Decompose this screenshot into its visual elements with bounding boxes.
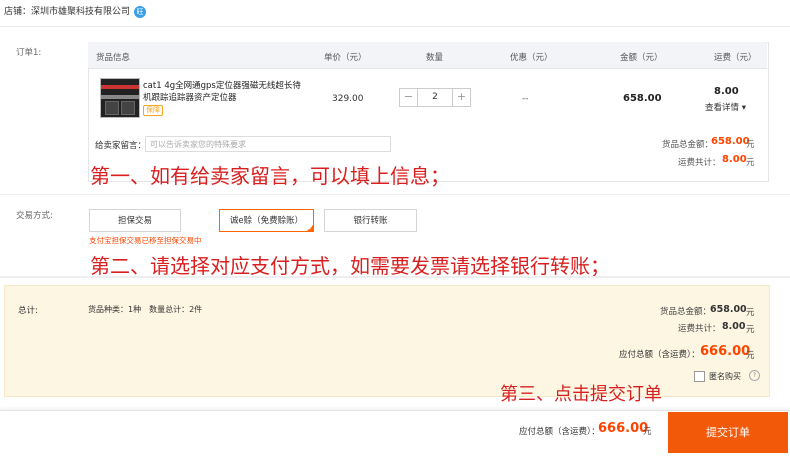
payment-option-escrow[interactable]: 担保交易 bbox=[89, 209, 181, 232]
shop-name[interactable]: 深圳市雄聚科技有限公司 bbox=[31, 7, 130, 17]
payment-option-credit-label: 诚e赊（免费赊账） bbox=[229, 216, 304, 226]
summary-shipping-value: 8.00 bbox=[722, 321, 746, 332]
header-goods: 货品信息 bbox=[96, 53, 131, 63]
header-amount: 金额（元） bbox=[620, 53, 663, 63]
header-discount: 优惠（元） bbox=[510, 53, 553, 63]
payment-note: 支付宝担保交易已移至担保交易中 bbox=[89, 236, 202, 245]
unit-price: 329.00 bbox=[332, 94, 364, 104]
shipping-total-value: 8.00 bbox=[722, 154, 747, 165]
currency-unit: 元 bbox=[643, 427, 652, 437]
currency-unit: 元 bbox=[746, 140, 755, 150]
divider bbox=[0, 276, 790, 278]
anonymous-checkbox[interactable] bbox=[694, 371, 705, 382]
shipping-detail-link[interactable]: 查看详情 ▾ bbox=[705, 101, 746, 113]
help-icon[interactable]: ? bbox=[749, 370, 760, 381]
order-label: 订单1: bbox=[16, 48, 42, 58]
summary-payable-value: 666.00 bbox=[700, 344, 751, 359]
goods-total-label: 货品总金额： bbox=[662, 140, 714, 150]
check-icon: ✓ bbox=[307, 225, 313, 232]
header-qty: 数量 bbox=[426, 53, 444, 63]
summary-goods-label: 货品总金额： bbox=[660, 307, 712, 317]
submit-order-button[interactable]: 提交订单 bbox=[668, 412, 788, 453]
item-amount: 658.00 bbox=[623, 93, 662, 104]
summary-label: 总计: bbox=[18, 306, 38, 316]
divider bbox=[0, 194, 790, 195]
summary-payable-label: 应付总额（含运费）： bbox=[619, 350, 700, 360]
currency-unit: 元 bbox=[746, 158, 755, 168]
summary-kinds: 货品种类：1种 数量总计：2件 bbox=[88, 305, 203, 314]
product-thumbnail[interactable] bbox=[100, 78, 140, 118]
shipping-fee: 8.00 bbox=[714, 86, 739, 97]
payment-option-credit[interactable]: 诚e赊（免费赊账） ✓ bbox=[219, 209, 314, 232]
discount-value: -- bbox=[522, 94, 529, 104]
header-price: 单价（元） bbox=[324, 53, 367, 63]
bottom-payable-value: 666.00 bbox=[598, 421, 649, 436]
payment-label: 交易方式: bbox=[16, 211, 53, 221]
anonymous-label: 匿名购买 bbox=[709, 372, 741, 381]
shipping-total-label: 运费共计： bbox=[678, 158, 721, 168]
chat-icon[interactable]: 旺 bbox=[134, 5, 147, 18]
annotation-step1: 第一、如有给卖家留言，可以填上信息； bbox=[90, 164, 450, 188]
quantity-input[interactable]: 2 bbox=[418, 89, 452, 106]
annotation-step2: 第二、请选择对应支付方式，如需要发票请选择银行转账； bbox=[90, 254, 610, 278]
bottom-payable-label: 应付总额（含运费）： bbox=[519, 427, 600, 437]
increase-button[interactable]: + bbox=[452, 89, 470, 106]
quantity-stepper: − 2 + bbox=[399, 88, 471, 107]
guarantee-badge: 保障 bbox=[143, 105, 163, 116]
shop-label: 店铺： bbox=[4, 7, 32, 17]
decrease-button[interactable]: − bbox=[400, 89, 418, 106]
summary-goods-value: 658.00 bbox=[710, 304, 747, 315]
summary-shipping-label: 运费共计： bbox=[678, 324, 721, 334]
goods-total-value: 658.00 bbox=[711, 136, 750, 147]
message-input[interactable]: 可以告诉卖家您的特殊要求 bbox=[145, 136, 391, 152]
header-shipping: 运费（元） bbox=[714, 53, 757, 63]
payment-option-bank-transfer[interactable]: 银行转账 bbox=[324, 209, 417, 232]
currency-unit: 元 bbox=[746, 308, 755, 318]
product-name[interactable]: cat1 4g全网通gps定位器强磁无线超长待机跟踪追踪器资产定位器 保障 bbox=[143, 80, 303, 116]
shop-line: 店铺：深圳市雄聚科技有限公司旺 bbox=[4, 4, 147, 18]
message-label: 给卖家留言： bbox=[95, 141, 147, 151]
currency-unit: 元 bbox=[746, 325, 755, 335]
currency-unit: 元 bbox=[746, 351, 755, 361]
annotation-step3: 第三、点击提交订单 bbox=[500, 384, 662, 405]
product-title[interactable]: cat1 4g全网通gps定位器强磁无线超长待机跟踪追踪器资产定位器 bbox=[143, 81, 301, 103]
divider bbox=[0, 26, 790, 27]
